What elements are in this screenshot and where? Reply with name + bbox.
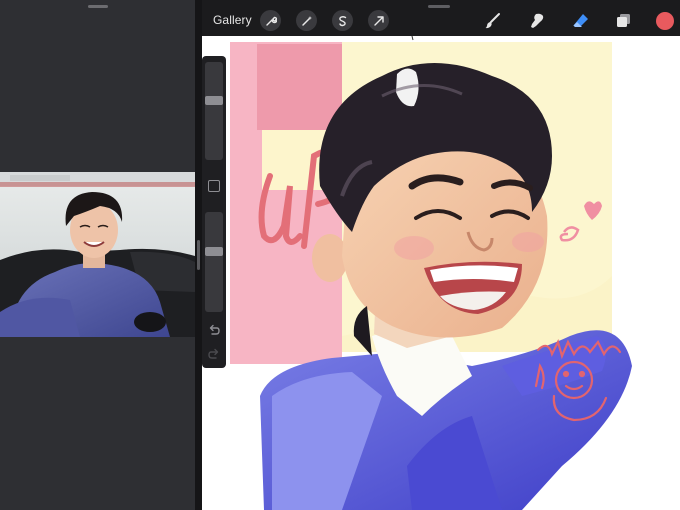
gallery-button[interactable]: Gallery	[213, 13, 252, 27]
left-pane-grabber[interactable]	[88, 5, 108, 8]
redo-arrow-icon	[208, 348, 219, 359]
smudge-icon	[531, 13, 544, 28]
brush-size-slider[interactable]	[205, 62, 223, 160]
magic-wand-icon	[301, 15, 312, 26]
adjustments-button[interactable]	[296, 10, 317, 31]
redo-button[interactable]	[205, 346, 223, 362]
layers-button[interactable]	[612, 10, 634, 32]
color-picker-button[interactable]	[656, 12, 674, 30]
split-divider-handle[interactable]	[197, 240, 200, 270]
selection-button[interactable]	[332, 10, 353, 31]
procreate-app-pane: Gallery	[202, 0, 680, 510]
split-view-divider[interactable]	[195, 0, 202, 510]
smudge-tool-button[interactable]	[526, 10, 548, 32]
brush-size-slider-thumb[interactable]	[205, 96, 223, 105]
brush-opacity-slider-thumb[interactable]	[205, 247, 223, 256]
brush-opacity-slider[interactable]	[205, 212, 223, 312]
actions-button[interactable]	[260, 10, 281, 31]
paint-tool-button[interactable]	[482, 10, 504, 32]
reference-photo-image	[0, 172, 195, 337]
eraser-icon	[573, 14, 588, 27]
drawing-canvas[interactable]	[202, 36, 680, 510]
top-toolbar: Gallery	[202, 0, 680, 36]
transform-button[interactable]	[368, 10, 389, 31]
layers-icon	[617, 14, 630, 27]
selection-icon	[338, 15, 346, 26]
brush-sidebar	[202, 56, 226, 368]
undo-button[interactable]	[205, 322, 223, 338]
right-pane-grabber[interactable]	[428, 5, 450, 8]
eraser-tool-button[interactable]	[570, 10, 592, 32]
artwork-illustration	[202, 36, 680, 510]
split-view-left-pane	[0, 0, 195, 510]
brush-icon	[485, 13, 500, 29]
wrench-icon	[265, 16, 277, 26]
modify-button[interactable]	[208, 180, 220, 192]
transform-arrow-icon	[373, 15, 384, 26]
undo-arrow-icon	[209, 324, 220, 335]
reference-photo	[0, 172, 195, 337]
